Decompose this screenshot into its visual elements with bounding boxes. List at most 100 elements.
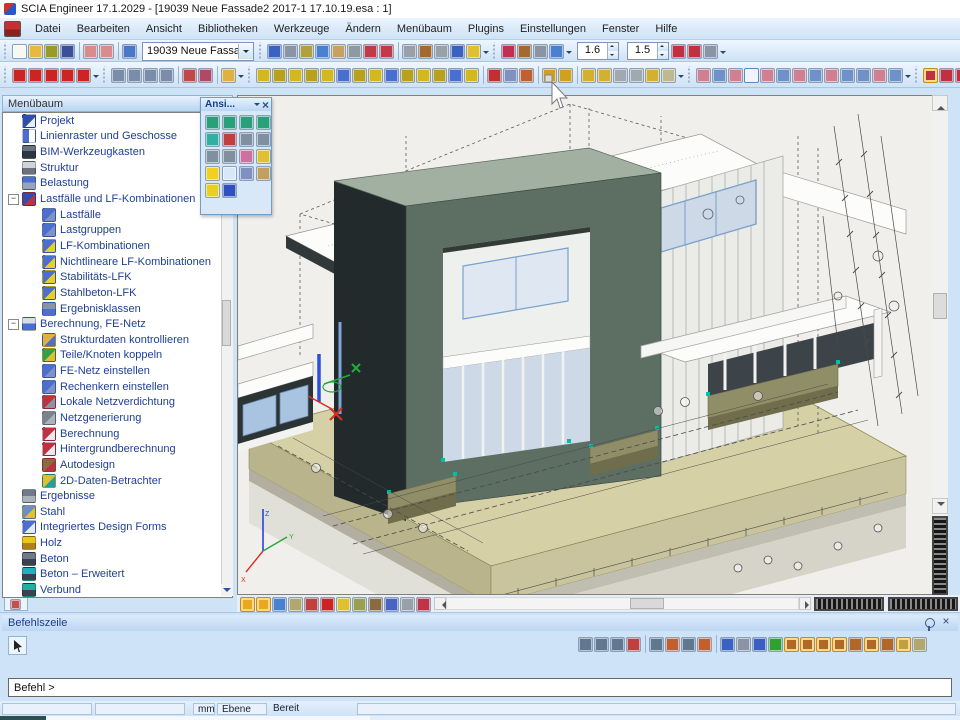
copy-view-icon[interactable] (256, 166, 271, 181)
show-supports-icon[interactable] (304, 597, 319, 612)
rotate-view-horizontal-bar-1[interactable] (814, 597, 884, 611)
draw-circle-icon[interactable] (60, 68, 75, 83)
export-icon[interactable] (466, 44, 481, 59)
subsoil-icon[interactable] (661, 68, 676, 83)
tree-item[interactable]: − Struktur (3, 160, 232, 176)
tree-item[interactable]: − Verbund (3, 582, 232, 598)
tree-item[interactable]: − Projekt (3, 113, 232, 129)
snap-direction-icon[interactable] (665, 637, 680, 652)
show-grid-icon[interactable] (416, 597, 431, 612)
draw-polygon-icon[interactable] (44, 68, 59, 83)
show-loads-icon[interactable] (368, 597, 383, 612)
show-axes-icon[interactable] (272, 597, 287, 612)
menu-tree[interactable]: − Projekt − Linienraster und Geschosse −… (2, 112, 233, 598)
zoom-all-icon[interactable] (222, 149, 237, 164)
tree-item[interactable]: − Berechnung (3, 426, 232, 442)
print-view-icon[interactable] (256, 149, 271, 164)
tree-item[interactable]: − Linienraster und Geschosse (3, 129, 232, 145)
snap-delete-icon[interactable] (626, 637, 641, 652)
zoom-document-icon[interactable] (517, 44, 532, 59)
member-opening-icon[interactable] (320, 68, 335, 83)
spinner-up-icon[interactable] (608, 43, 618, 51)
tree-item[interactable]: − BIM-Werkzeugkasten (3, 144, 232, 160)
horizontal-scrollbar-thumb[interactable] (630, 598, 664, 609)
tree-item[interactable]: − Autodesign (3, 457, 232, 473)
tree-item[interactable]: − Ergebnisklassen (3, 301, 232, 317)
snap-node-icon[interactable] (832, 637, 847, 652)
member-weld-icon[interactable] (432, 68, 447, 83)
redraw-icon[interactable] (222, 183, 237, 198)
tree-item[interactable]: − Strukturdaten kontrollieren (3, 332, 232, 348)
tree-item[interactable]: − Ergebnisse (3, 488, 232, 504)
toolbar-overflow-icon[interactable] (92, 68, 101, 84)
load-panel-11-icon[interactable] (856, 68, 871, 83)
tree-item[interactable]: − Holz (3, 535, 232, 551)
document-icon[interactable] (450, 44, 465, 59)
scale-ratio-icon[interactable] (703, 44, 718, 59)
view-x-icon[interactable] (205, 115, 220, 130)
menu-item[interactable]: Datei (27, 20, 69, 38)
model-viewport[interactable]: Z Y X (237, 95, 932, 595)
view-palette[interactable]: Ansi... × (200, 97, 272, 215)
member-combine-icon[interactable] (400, 68, 415, 83)
window-resize-grip[interactable] (0, 716, 46, 720)
tree-scrollbar-thumb[interactable] (222, 300, 231, 346)
undo-icon[interactable] (83, 44, 98, 59)
tree-item[interactable]: − Rechenkern einstellen (3, 379, 232, 395)
command-panel-header[interactable]: Befehlszeile (2, 615, 958, 631)
member-haunch-icon[interactable] (352, 68, 367, 83)
menu-item[interactable]: Werkzeuge (266, 20, 337, 38)
member-join-icon[interactable] (384, 68, 399, 83)
menu-item[interactable]: Bibliotheken (190, 20, 266, 38)
spinner-up-icon[interactable] (658, 43, 668, 51)
load-panel-8-icon[interactable] (808, 68, 823, 83)
scroll-up-icon[interactable] (932, 95, 948, 111)
snap-x-icon[interactable] (768, 637, 783, 652)
toolbar-overflow-icon[interactable] (677, 68, 686, 84)
notebook-icon[interactable] (331, 44, 346, 59)
member-rib-icon[interactable] (336, 68, 351, 83)
member-break-icon[interactable] (416, 68, 431, 83)
workspace-icon[interactable] (122, 44, 137, 59)
activity-xy-icon[interactable] (315, 44, 330, 59)
calculator-icon[interactable] (434, 44, 449, 59)
zoom-selection-icon[interactable] (239, 149, 254, 164)
expander-icon[interactable]: − (8, 319, 19, 330)
toolbar-overflow-icon[interactable] (565, 44, 574, 60)
new-file-icon[interactable] (12, 44, 27, 59)
mesh-setup-icon[interactable] (347, 44, 362, 59)
view-coord-icon[interactable] (222, 132, 237, 147)
rotate-view-vertical-bar[interactable] (932, 516, 948, 595)
render-wireframe-icon[interactable] (240, 597, 255, 612)
redo-icon[interactable] (99, 44, 114, 59)
tree-item[interactable]: − Stabilitäts-LFK (3, 269, 232, 285)
tree-item[interactable]: − Berechnung, FE-Netz (3, 316, 232, 332)
snap-line-icon[interactable] (578, 637, 593, 652)
snap-circle-icon[interactable] (610, 637, 625, 652)
menu-item[interactable]: Bearbeiten (69, 20, 138, 38)
draw-angle-icon[interactable] (76, 68, 91, 83)
tree-item[interactable]: − Nichtlineare LF-Kombinationen (3, 254, 232, 270)
rotate-view-horizontal-bar-2[interactable] (888, 597, 958, 611)
tree-item[interactable]: − Teile/Knoten koppeln (3, 348, 232, 364)
load-panel-12-icon[interactable] (872, 68, 887, 83)
tree-item[interactable]: − Integriertes Design Forms (3, 520, 232, 536)
tree-item[interactable]: − Beton (3, 551, 232, 567)
show-layers-icon[interactable] (336, 597, 351, 612)
load-panel-10-icon[interactable] (840, 68, 855, 83)
status-plane[interactable]: Ebene XY (217, 703, 267, 715)
member-wall-icon[interactable] (304, 68, 319, 83)
support-line-icon[interactable] (645, 68, 660, 83)
light-icon[interactable] (205, 166, 220, 181)
tree-item[interactable]: − Hintergrundberechnung (3, 441, 232, 457)
vertical-scrollbar-thumb[interactable] (933, 293, 947, 319)
support-surface-icon[interactable] (597, 68, 612, 83)
zoom-in-icon[interactable] (239, 132, 254, 147)
command-input[interactable]: Befehl > (8, 678, 952, 697)
spinner-down-icon[interactable] (658, 51, 668, 59)
spinner-down-icon[interactable] (608, 51, 618, 59)
view-axo-icon[interactable] (256, 115, 271, 130)
tree-item[interactable]: − FE-Netz einstellen (3, 363, 232, 379)
copy-entity-icon[interactable] (613, 68, 628, 83)
tree-item[interactable]: − Lastfälle und LF-Kombinationen (3, 191, 232, 207)
